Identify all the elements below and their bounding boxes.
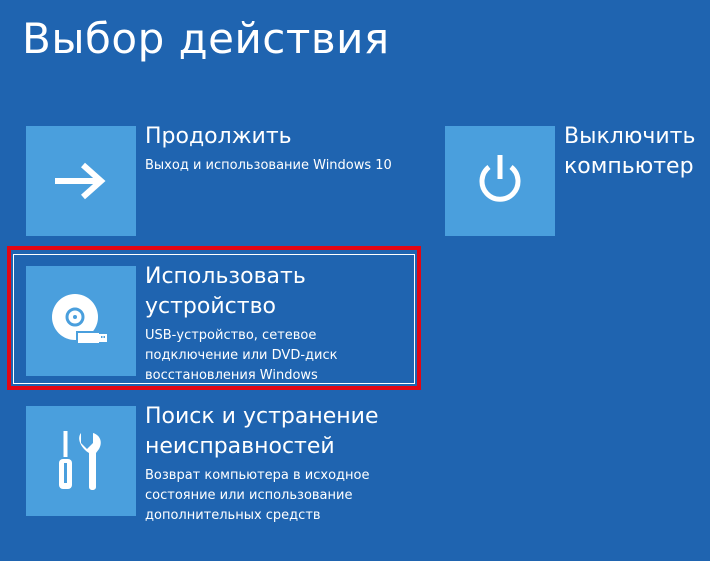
disc-usb-icon (52, 294, 107, 345)
shutdown-tile[interactable] (445, 126, 555, 236)
use-device-desc-line3: восстановления Windows (145, 368, 318, 383)
shutdown-title-line2[interactable]: компьютер (564, 152, 694, 182)
continue-title[interactable]: Продолжить (145, 122, 292, 152)
troubleshoot-tile[interactable] (26, 406, 136, 516)
use-device-desc-line2: подключение или DVD-диск (145, 348, 338, 363)
troubleshoot-desc-line2: состояние или использование (145, 488, 353, 503)
troubleshoot-title-line2[interactable]: неисправностей (145, 432, 335, 462)
arrow-right-icon (55, 162, 106, 200)
power-icon (479, 155, 521, 202)
troubleshoot-desc-line3: дополнительных средств (145, 508, 321, 523)
troubleshoot-title-line1[interactable]: Поиск и устранение (145, 402, 378, 432)
troubleshoot-desc-line1: Возврат компьютера в исходное (145, 468, 370, 483)
use-device-desc-line1: USB-устройство, сетевое (145, 328, 317, 343)
use-device-title-line1[interactable]: Использовать (145, 262, 306, 292)
use-device-tile[interactable] (26, 266, 136, 376)
shutdown-title-line1[interactable]: Выключить (564, 122, 695, 152)
page-title: Выбор действия (22, 14, 390, 63)
continue-description: Выход и использование Windows 10 (145, 158, 392, 173)
use-device-title-line2[interactable]: устройство (145, 292, 276, 322)
tools-icon (59, 431, 101, 490)
continue-tile[interactable] (26, 126, 136, 236)
